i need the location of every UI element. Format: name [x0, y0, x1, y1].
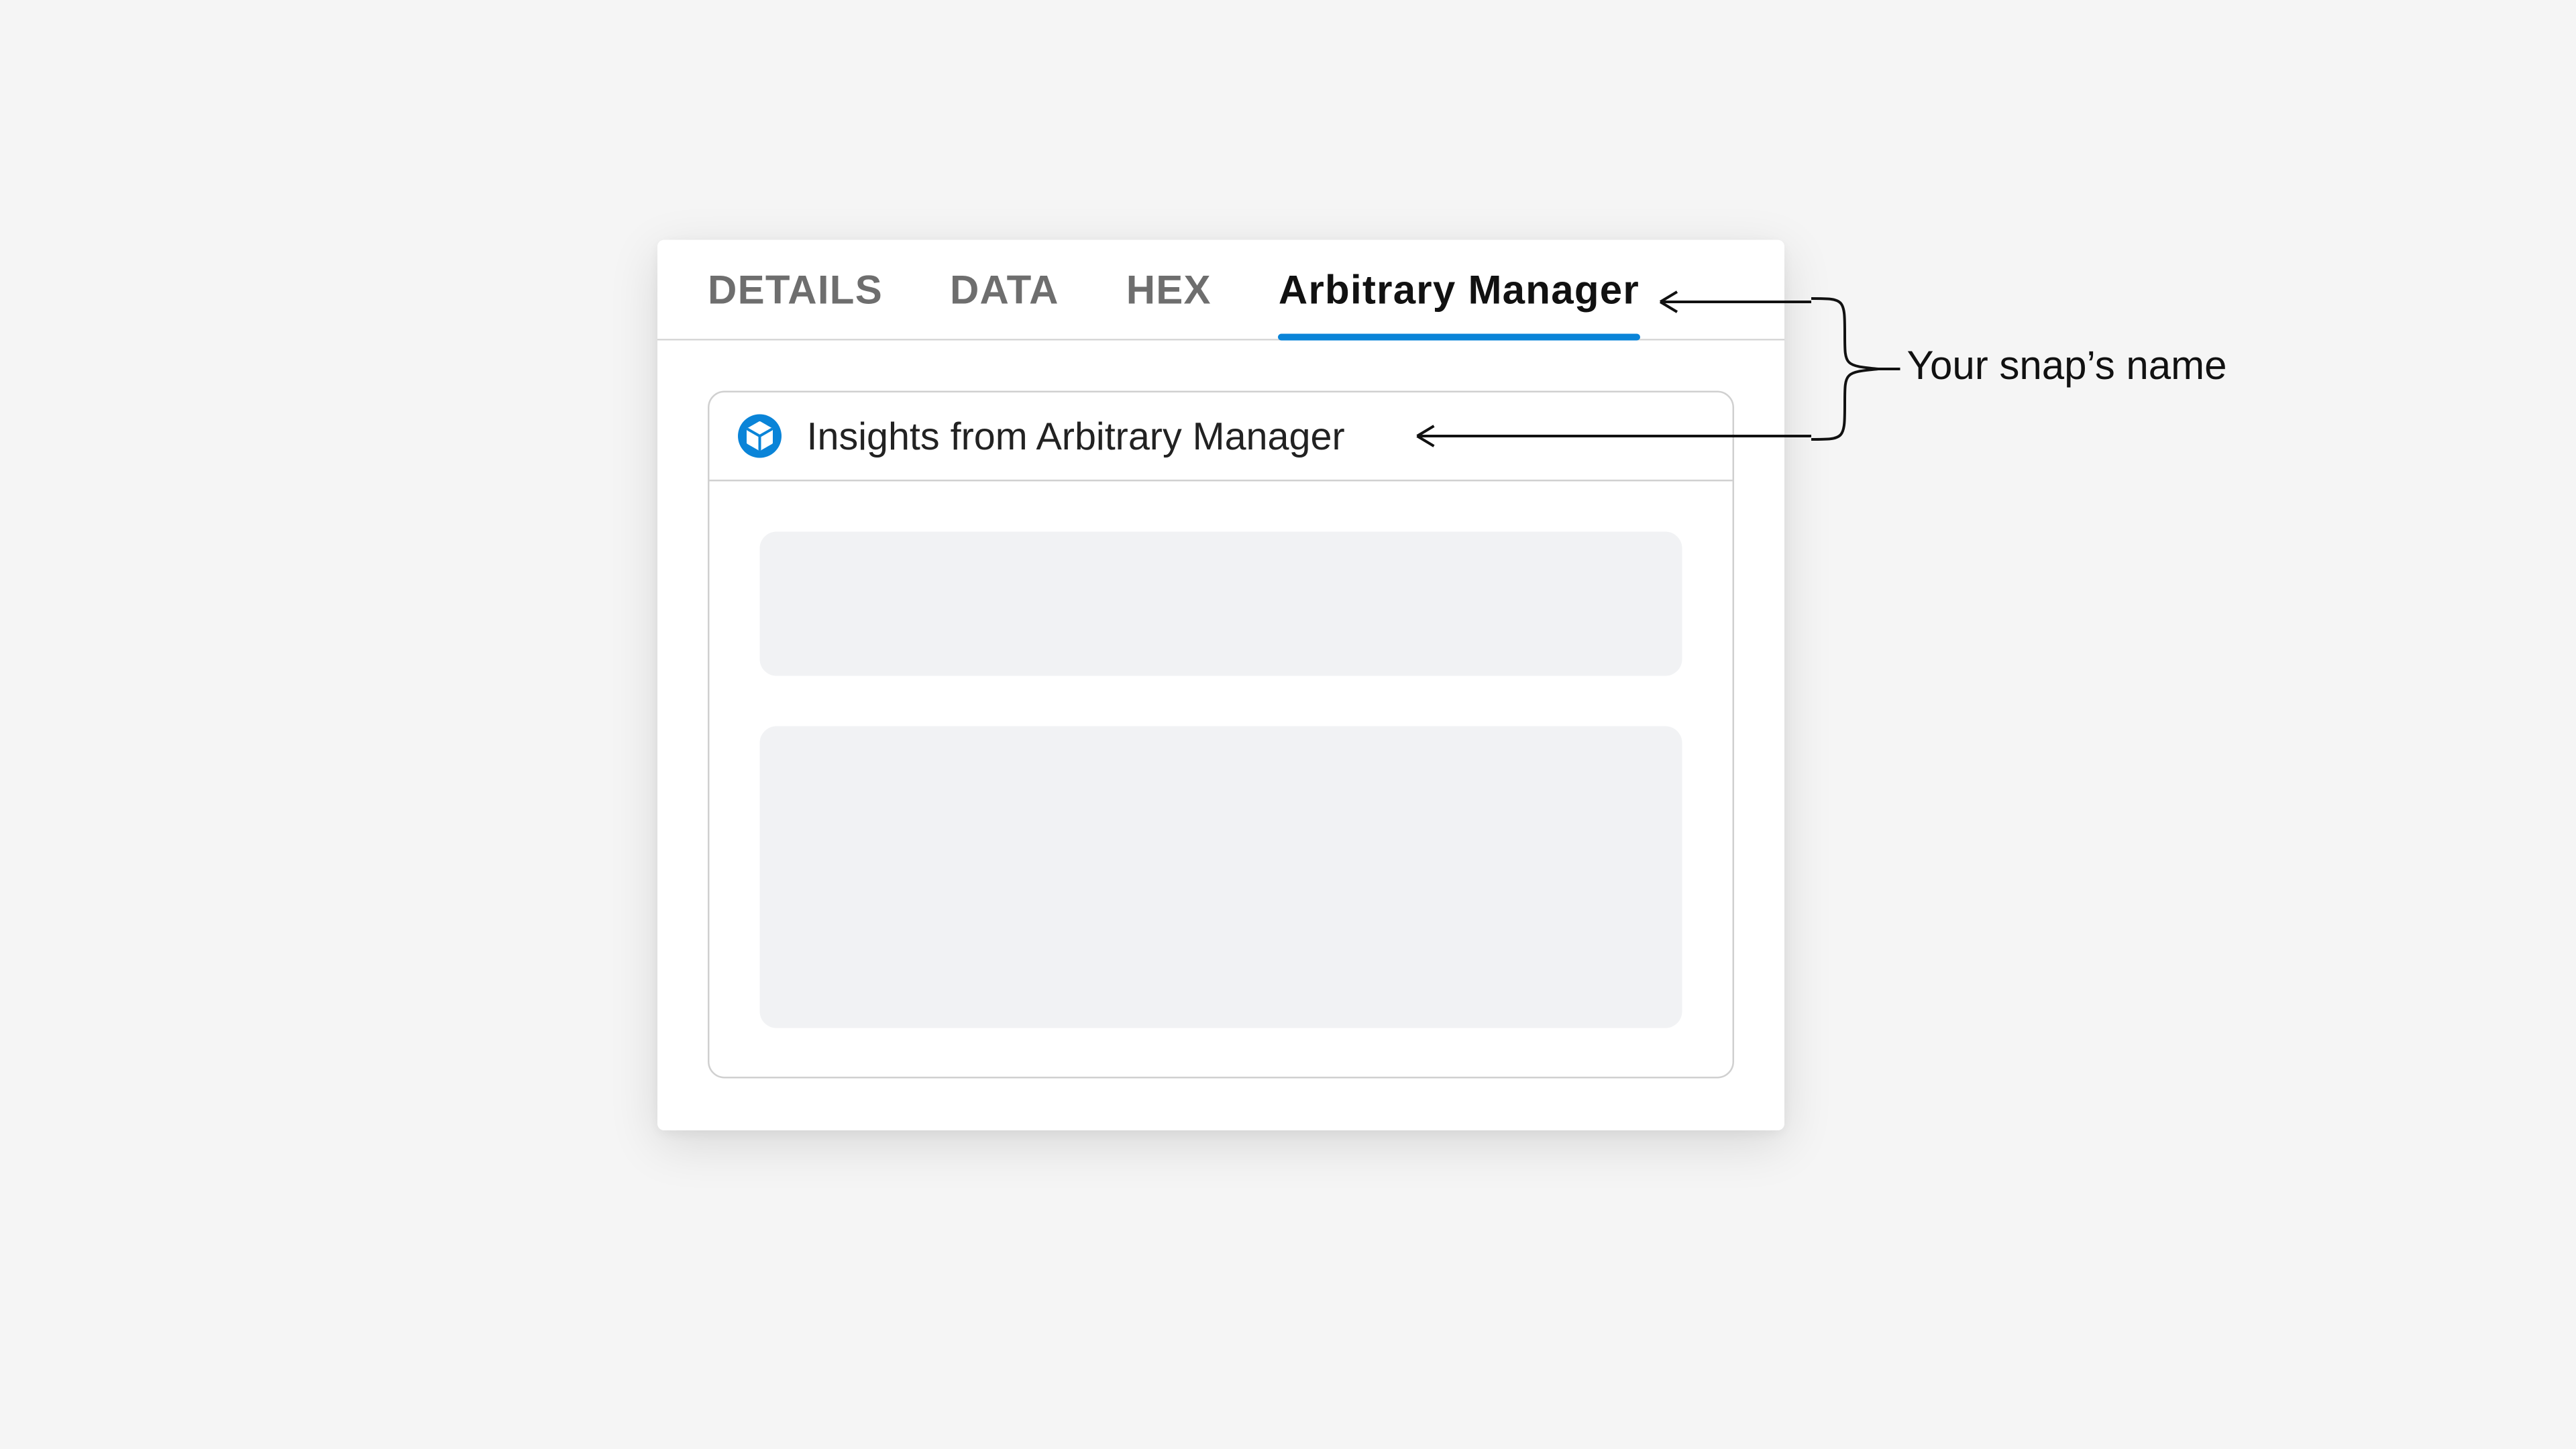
- tab-hex[interactable]: HEX: [1126, 238, 1212, 339]
- snap-tab-card: DETAILS DATA HEX Arbitrary Manager: [657, 240, 1784, 1131]
- insights-panel-title: Insights from Arbitrary Manager: [807, 413, 1345, 459]
- tab-bar: DETAILS DATA HEX Arbitrary Manager: [657, 240, 1784, 341]
- tab-details[interactable]: DETAILS: [708, 238, 883, 339]
- tab-data[interactable]: DATA: [950, 238, 1059, 339]
- tab-arbitrary-manager[interactable]: Arbitrary Manager: [1279, 238, 1640, 339]
- insights-panel: Insights from Arbitrary Manager: [708, 391, 1734, 1079]
- insights-panel-header: Insights from Arbitrary Manager: [710, 392, 1733, 482]
- insights-panel-body: [710, 482, 1733, 1079]
- placeholder-block: [760, 532, 1682, 676]
- annotation-label: Your snap’s name: [1907, 344, 2227, 391]
- cube-icon: [737, 413, 784, 460]
- placeholder-block: [760, 727, 1682, 1028]
